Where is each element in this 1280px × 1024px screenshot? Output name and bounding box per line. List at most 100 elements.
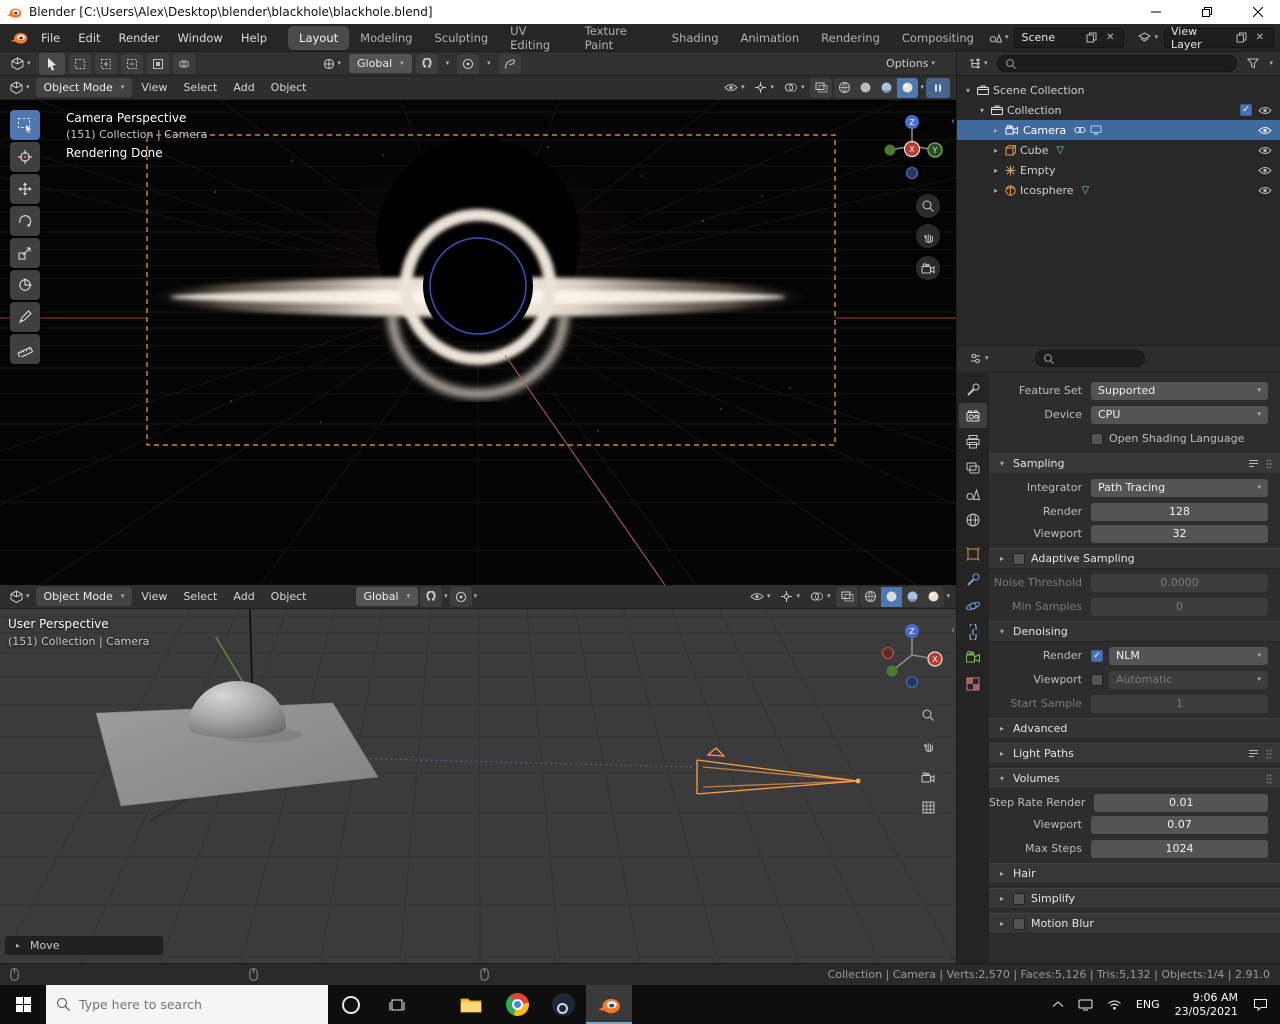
language-indicator[interactable]: ENG [1129,985,1167,1024]
volumes-panel-header[interactable]: ▾ Volumes [989,768,1280,789]
max-steps-field[interactable]: 1024 [1091,839,1268,858]
minimize-button[interactable] [1134,0,1178,24]
tab-constraints[interactable] [959,619,987,644]
hair-panel-header[interactable]: ▸ Hair [989,863,1280,884]
vp2-proportional-editing-icon[interactable] [449,586,472,607]
tray-chevron-icon[interactable] [1045,985,1071,1024]
select-invert-option-icon[interactable] [146,53,169,74]
navigation-gizmo[interactable]: Z X [876,619,948,691]
panel-grip-icon[interactable] [1266,774,1272,784]
outliner-filter-dropdown[interactable]: ▾ [1269,60,1273,67]
tab-modeling[interactable]: Modeling [349,26,423,50]
denoise-render-checkbox[interactable]: ✓ [1091,649,1103,662]
tray-network-icon[interactable] [1100,985,1129,1024]
collection-checkbox[interactable]: ✓ [1240,104,1252,116]
vp2-snap-magnet-icon[interactable] [420,586,443,607]
outliner-row-scene-collection[interactable]: ▾ Scene Collection [957,80,1280,100]
adaptive-sampling-panel-header[interactable]: ▸ Adaptive Sampling [989,548,1280,569]
outliner-row-cube[interactable]: ▸ Cube ▽ [957,140,1280,160]
panel-expand-icon[interactable]: ▾ [997,459,1007,468]
denoising-panel-header[interactable]: ▾ Denoising [989,621,1280,642]
vp1-xray-toggle[interactable] [810,77,833,98]
vp1-menu-select[interactable]: Select [176,81,224,94]
denoise-render-select[interactable]: NLM ▾ [1109,646,1268,665]
tab-sculpting[interactable]: Sculpting [423,26,499,50]
tab-shading[interactable]: Shading [661,26,730,50]
tab-object-data[interactable] [959,645,987,670]
tab-texture-paint[interactable]: Texture Paint [574,19,661,57]
proportional-falloff-selector[interactable]: ▾ [483,54,495,74]
vp2-object-visibility-selector[interactable]: ▾ [746,587,775,607]
tab-physics[interactable] [959,593,987,618]
file-explorer-button[interactable] [448,985,494,1024]
task-view-button[interactable] [374,985,420,1024]
vp2-overlays-selector[interactable]: ▾ [806,587,835,607]
outliner-editor-type-selector[interactable]: ▾ [964,54,992,74]
outliner-filter-icon[interactable] [1242,54,1264,74]
start-sample-field[interactable]: 1 [1091,694,1268,713]
noise-threshold-field[interactable]: 0.0000 [1091,573,1268,592]
vp2-menu-view[interactable]: View [134,590,174,603]
vp2-proportional-dropdown[interactable]: ▾ [474,593,478,600]
zoom-icon[interactable] [916,703,940,727]
tab-output[interactable] [959,429,987,454]
shading-rendered-icon[interactable] [923,587,944,607]
select-mode-option-icon[interactable] [68,53,91,74]
outliner-search-input[interactable] [996,55,1238,72]
select-extend-option-icon[interactable] [94,53,117,74]
transform-pivot-selector[interactable]: ▾ [319,54,346,74]
view-layer-browse-button[interactable]: ▾ [1134,28,1162,48]
disclosure-icon[interactable]: ▾ [963,86,973,95]
osl-checkbox[interactable] [1091,432,1103,445]
vp1-mode-select[interactable]: Object Mode ▾ [35,78,133,97]
panel-expand-icon[interactable]: ▸ [997,749,1007,758]
notification-center-icon[interactable] [1246,985,1280,1024]
visibility-eye-icon[interactable] [1258,106,1272,115]
tab-animation[interactable]: Animation [730,26,811,50]
presets-icon[interactable] [1248,749,1259,758]
vp2-shading-dropdown[interactable]: ▾ [946,593,950,600]
tool-move[interactable] [10,174,40,204]
properties-search-input[interactable] [1034,350,1145,367]
close-button[interactable] [1236,0,1280,24]
navigation-gizmo[interactable]: Z Y X [876,110,948,182]
zoom-icon[interactable] [916,194,940,218]
scene-browse-button[interactable]: ▾ [985,28,1013,48]
region-collapse-icon[interactable]: ‹ [951,625,955,636]
options-button[interactable]: Options ▾ [882,54,939,74]
vp2-xray-toggle[interactable] [836,586,859,607]
active-tool-button[interactable] [38,52,65,75]
panel-expand-icon[interactable]: ▾ [997,627,1007,636]
tab-view-layer[interactable] [959,455,987,480]
ortho-grid-icon[interactable] [916,795,940,819]
vp2-snap-dropdown[interactable]: ▾ [444,593,448,600]
denoise-viewport-checkbox[interactable] [1091,673,1103,686]
menu-render[interactable]: Render [110,24,169,51]
falloff-curve-icon[interactable] [498,53,521,74]
shading-rendered-icon[interactable] [897,77,919,98]
vp2-gizmos-selector[interactable]: ▾ [776,587,804,607]
vp2-orientation-select[interactable]: Global ▾ [355,587,419,606]
restore-button[interactable] [1185,0,1229,24]
snap-magnet-icon[interactable] [415,53,438,74]
outliner-row-collection[interactable]: ▾ Collection ✓ [957,100,1280,120]
tool-measure[interactable] [10,334,40,364]
shading-material-icon[interactable] [902,587,923,607]
select-subtract-option-icon[interactable] [120,53,143,74]
disclosure-icon[interactable]: ▸ [991,146,1001,155]
shading-solid-icon[interactable] [881,586,903,607]
shading-material-icon[interactable] [876,78,897,98]
tab-uv-editing[interactable]: UV Editing [499,19,574,57]
new-view-layer-icon[interactable] [1236,32,1247,43]
denoise-viewport-select[interactable]: Automatic ▾ [1109,670,1268,689]
disclosure-icon[interactable]: ▸ [991,186,1001,195]
tool-select-box[interactable] [10,110,40,140]
proportional-editing-icon[interactable] [457,53,480,74]
tool-transform[interactable] [10,270,40,300]
tab-tool[interactable] [959,377,987,402]
outliner-row-icosphere[interactable]: ▸ Icosphere ▽ [957,180,1280,200]
tab-modifiers[interactable] [959,567,987,592]
motion-blur-panel-header[interactable]: ▸ Motion Blur [989,913,1280,934]
menu-file[interactable]: File [32,24,69,51]
adaptive-sampling-checkbox[interactable] [1013,552,1025,565]
